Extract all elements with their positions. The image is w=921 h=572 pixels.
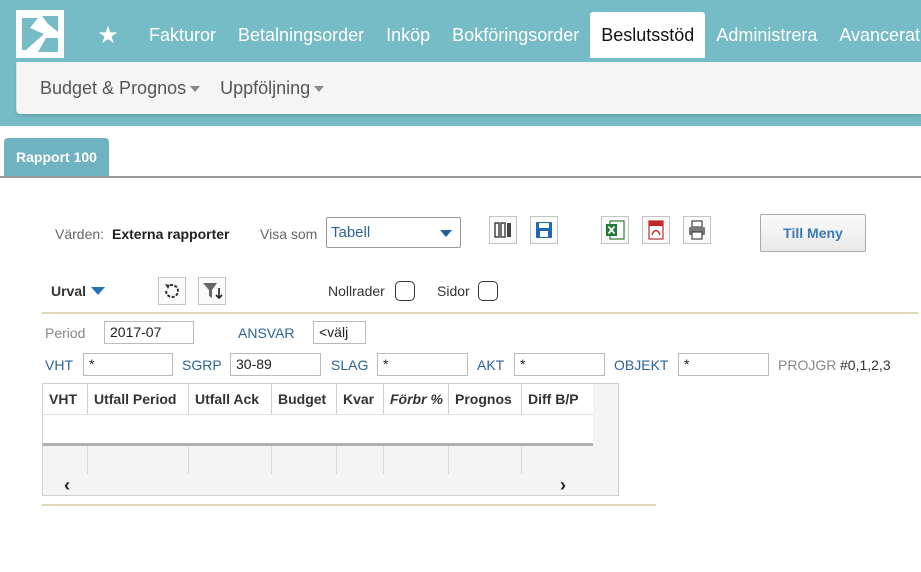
filter-button[interactable] bbox=[198, 277, 226, 305]
columns-icon bbox=[494, 222, 511, 238]
budget-prognos-label: Budget & Prognos bbox=[40, 77, 187, 98]
scroll-left-icon[interactable]: ‹ bbox=[64, 475, 70, 496]
company-logo[interactable] bbox=[16, 10, 64, 58]
column-header-forbr[interactable]: Förbr % bbox=[384, 384, 449, 414]
projgr-label: PROJGR bbox=[778, 357, 837, 373]
nollrader-label: Nollrader bbox=[328, 283, 385, 299]
projgr-value: #0,1,2,3 bbox=[840, 357, 891, 373]
nav-administrera[interactable]: Administrera bbox=[705, 12, 828, 58]
urval-toggle[interactable]: Urval bbox=[51, 283, 106, 299]
column-header-prognos[interactable]: Prognos bbox=[449, 384, 522, 414]
nollrader-checkbox[interactable] bbox=[395, 281, 415, 301]
print-button[interactable] bbox=[683, 216, 711, 244]
tab-rapport-100[interactable]: Rapport 100 bbox=[4, 138, 109, 176]
printer-icon bbox=[689, 220, 705, 240]
table-cell bbox=[449, 446, 522, 474]
visa-som-value: Tabell bbox=[331, 224, 371, 241]
ansvar-input[interactable]: <välj bbox=[313, 321, 366, 344]
export-pdf-button[interactable] bbox=[642, 216, 670, 244]
refresh-icon bbox=[165, 284, 179, 298]
reset-button[interactable] bbox=[158, 277, 186, 305]
column-header-vht[interactable]: VHT bbox=[43, 384, 88, 414]
top-navigation-bar: ★ Fakturor Betalningsorder Inköp Bokföri… bbox=[0, 0, 921, 62]
akt-input[interactable]: * bbox=[514, 353, 605, 376]
column-header-utfall-period[interactable]: Utfall Period bbox=[88, 384, 189, 414]
budget-prognos-menu[interactable]: Budget & Prognos bbox=[40, 77, 201, 99]
varden-label: Värden: bbox=[55, 226, 105, 242]
vht-input[interactable]: * bbox=[83, 353, 173, 376]
table-cell bbox=[522, 446, 593, 474]
scroll-right-icon[interactable]: › bbox=[560, 475, 566, 496]
period-label: Period bbox=[45, 325, 86, 341]
objekt-input[interactable]: * bbox=[678, 353, 769, 376]
slag-input[interactable]: * bbox=[377, 353, 468, 376]
columns-button[interactable] bbox=[489, 216, 517, 244]
sub-navigation-bar: Budget & Prognos Uppföljning bbox=[16, 62, 921, 114]
table-summary-row bbox=[43, 446, 593, 474]
dropdown-arrow-icon bbox=[440, 230, 452, 237]
report-table: VHT Utfall Period Utfall Ack Budget Kvar… bbox=[42, 383, 619, 496]
caret-down-icon bbox=[91, 287, 106, 295]
akt-label: AKT bbox=[477, 357, 505, 373]
table-cell bbox=[272, 446, 337, 474]
table-cell bbox=[337, 446, 384, 474]
nav-beslutsstod[interactable]: Beslutsstöd bbox=[590, 12, 706, 58]
uppfoljning-menu[interactable]: Uppföljning bbox=[220, 77, 325, 99]
uppfoljning-label: Uppföljning bbox=[220, 77, 311, 98]
table-header-row: VHT Utfall Period Utfall Ack Budget Kvar… bbox=[43, 384, 593, 414]
ansvar-label: ANSVAR bbox=[238, 325, 295, 341]
nav-avancerat[interactable]: Avancerat bbox=[828, 12, 921, 58]
divider bbox=[42, 504, 656, 506]
column-header-budget[interactable]: Budget bbox=[272, 384, 337, 414]
filter-icon bbox=[203, 283, 223, 300]
save-disk-icon bbox=[536, 222, 552, 238]
table-cell bbox=[384, 446, 449, 474]
column-header-utfall-ack[interactable]: Utfall Ack bbox=[189, 384, 272, 414]
nav-inkop[interactable]: Inköp bbox=[375, 12, 441, 58]
urval-label: Urval bbox=[51, 283, 87, 299]
chevron-down-icon bbox=[314, 86, 325, 92]
visa-som-label: Visa som bbox=[260, 226, 318, 242]
column-header-kvar[interactable]: Kvar bbox=[337, 384, 384, 414]
table-cell bbox=[43, 446, 88, 474]
divider bbox=[42, 312, 918, 314]
objekt-label: OBJEKT bbox=[614, 357, 669, 373]
save-button[interactable] bbox=[530, 216, 558, 244]
sgrp-input[interactable]: 30-89 bbox=[230, 353, 321, 376]
nav-fakturor[interactable]: Fakturor bbox=[138, 12, 227, 58]
tab-row: Rapport 100 bbox=[0, 138, 921, 178]
sidor-label: Sidor bbox=[437, 283, 470, 299]
till-meny-button[interactable]: Till Meny bbox=[760, 214, 866, 252]
nav-betalningsorder[interactable]: Betalningsorder bbox=[227, 12, 375, 58]
pdf-icon bbox=[648, 220, 664, 240]
nav-bokforingsorder[interactable]: Bokföringsorder bbox=[441, 12, 590, 58]
excel-icon bbox=[606, 220, 625, 240]
varden-value: Externa rapporter bbox=[112, 226, 230, 242]
chevron-down-icon bbox=[190, 86, 201, 92]
table-cell bbox=[88, 446, 189, 474]
table-cell bbox=[189, 446, 272, 474]
sgrp-label: SGRP bbox=[182, 357, 222, 373]
column-header-diff-bp[interactable]: Diff B/P bbox=[522, 384, 593, 414]
table-row bbox=[43, 414, 593, 446]
slag-label: SLAG bbox=[331, 357, 369, 373]
vht-label: VHT bbox=[45, 357, 73, 373]
export-excel-button[interactable] bbox=[601, 216, 629, 244]
period-input[interactable]: 2017-07 bbox=[104, 321, 194, 344]
sidor-checkbox[interactable] bbox=[478, 281, 498, 301]
favorites-star-icon[interactable]: ★ bbox=[92, 21, 124, 50]
visa-som-select[interactable]: Tabell bbox=[326, 217, 461, 248]
